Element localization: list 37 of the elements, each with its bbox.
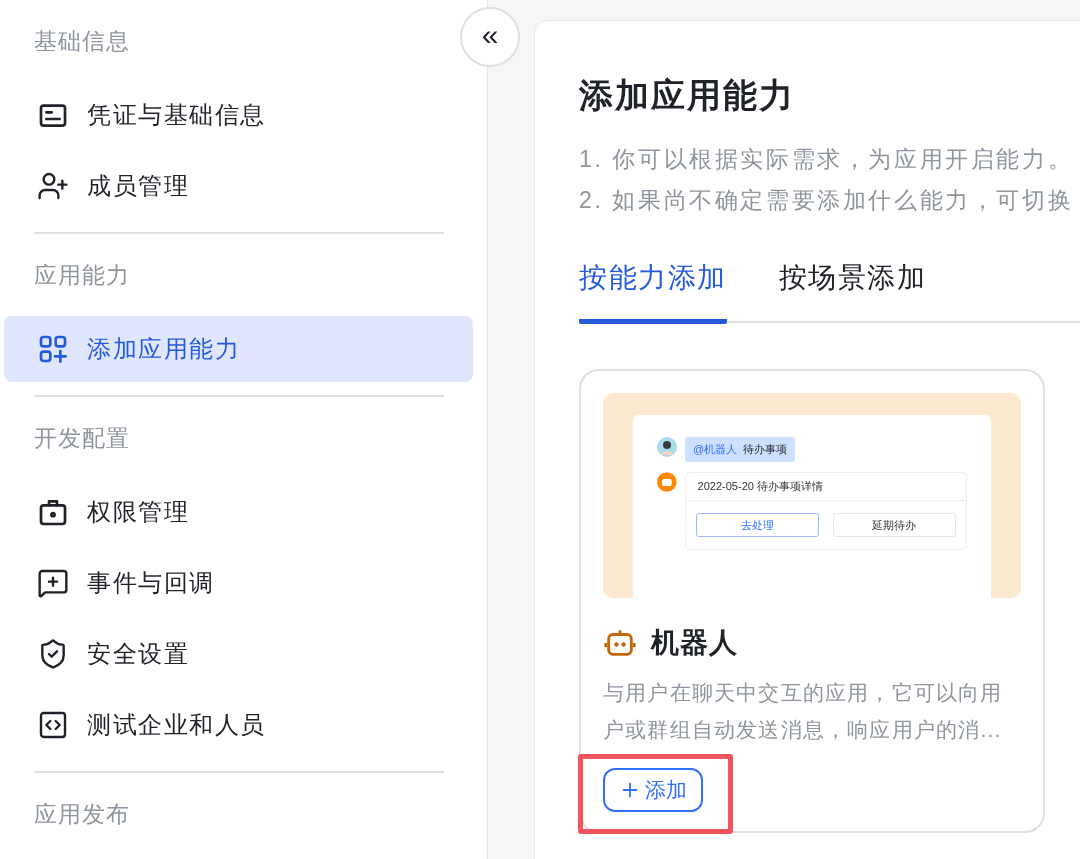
sidebar-item[interactable]: 安全设置 (4, 621, 473, 687)
message-plus-icon (37, 567, 69, 599)
section-heading: 基础信息 (33, 26, 131, 56)
code-icon (37, 709, 69, 741)
message-card-title: 2022-05-20 待办事项详情 (685, 473, 966, 501)
sidebar-item-label: 测试企业和人员 (87, 710, 266, 740)
sidebar-item-label: 权限管理 (87, 497, 189, 527)
section-heading: 应用能力 (33, 260, 131, 290)
card-title: 机器人 (651, 626, 738, 660)
message-action: 去处理 (695, 513, 819, 537)
sidebar-item-label: 成员管理 (87, 171, 189, 201)
sidebar-item[interactable]: 添加应用能力 (4, 316, 473, 382)
sidebar-item[interactable]: 凭证与基础信息 (4, 82, 473, 148)
tab[interactable]: 按能力添加 (579, 259, 727, 324)
user-plus-icon (37, 170, 69, 202)
sidebar-item-label: 添加应用能力 (87, 334, 240, 364)
sidebar-item-label: 安全设置 (87, 639, 189, 669)
sidebar-item[interactable]: 测试企业和人员 (4, 692, 473, 758)
section-heading: 开发配置 (33, 423, 131, 453)
sidebar-item-label: 事件与回调 (87, 568, 215, 598)
tab[interactable]: 按场景添加 (778, 259, 926, 324)
sidebar-item[interactable]: 事件与回调 (4, 550, 473, 616)
message-text: 待办事项 (743, 443, 788, 455)
description-line: 2. 如果尚不确定需要添加什么能力，可切换 (579, 186, 1075, 215)
grid-plus-icon (37, 333, 69, 365)
message-action: 延期待办 (832, 513, 956, 537)
avatar-icon (657, 437, 677, 457)
description-line: 1. 你可以根据实际需求，为应用开启能力。 (579, 145, 1075, 174)
add-button[interactable]: 添加 (603, 768, 703, 812)
collapse-button[interactable]: « (460, 7, 520, 67)
sidebar-item[interactable]: 权限管理 (4, 479, 473, 545)
card-description: 与用户在聊天中交互的应用，它可以向用户或群组自动发送消息，响应用户的消... (603, 680, 1004, 743)
page-title: 添加应用能力 (579, 75, 796, 116)
sidebar-item[interactable]: 成员管理 (4, 153, 473, 219)
mention: @机器人 (693, 443, 738, 455)
section-heading: 应用发布 (33, 799, 131, 829)
sidebar-item-label: 凭证与基础信息 (87, 100, 266, 130)
